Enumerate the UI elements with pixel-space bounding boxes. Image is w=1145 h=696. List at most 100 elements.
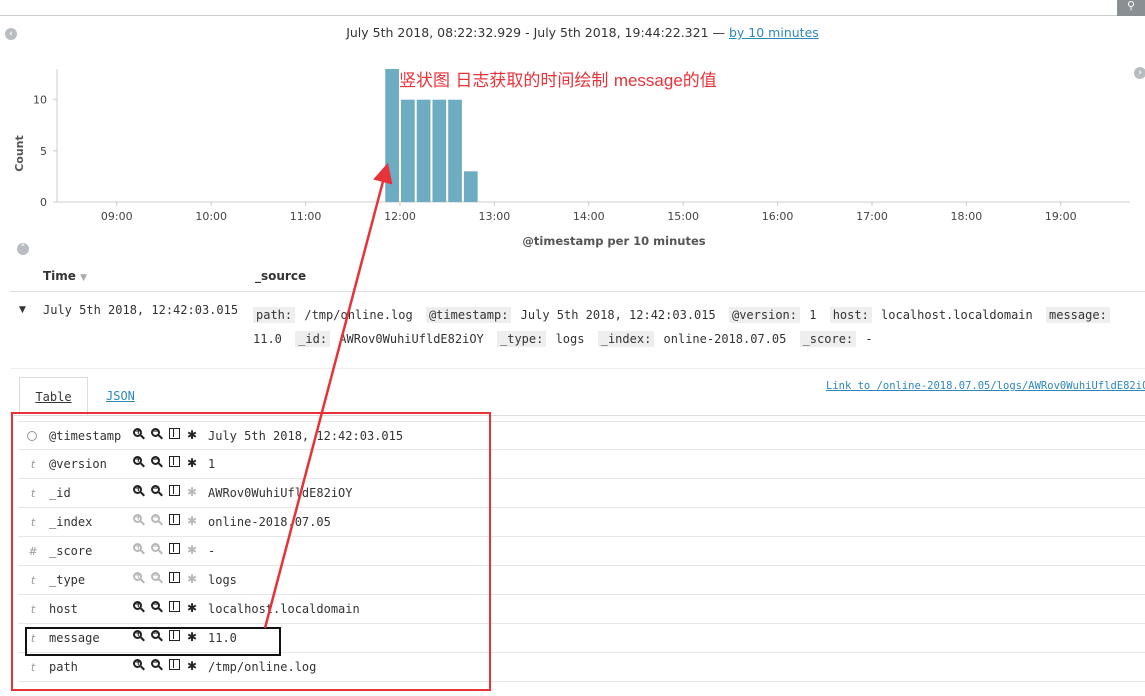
- filter-for-value-button[interactable]: +: [131, 600, 145, 615]
- toggle-column-button[interactable]: [167, 659, 181, 673]
- x-tick-label: 17:00: [856, 210, 888, 223]
- asterisk-icon: ✱: [186, 485, 198, 499]
- toggle-column-button[interactable]: [167, 428, 181, 442]
- zoom-out-icon: −: [150, 542, 163, 555]
- top-search-bar: [0, 0, 1145, 16]
- filter-out-value-button[interactable]: −: [149, 542, 163, 557]
- filter-for-value-button[interactable]: +: [131, 427, 145, 442]
- filter-for-value-button[interactable]: +: [131, 455, 145, 470]
- columns-icon: [168, 572, 180, 583]
- field-row: t path + − ✱ /tmp/online.log: [18, 653, 1145, 682]
- histogram-bar: [463, 171, 478, 202]
- x-tick-label: 19:00: [1045, 210, 1077, 223]
- filter-out-value-button[interactable]: −: [149, 629, 163, 644]
- zoom-in-icon: +: [132, 571, 145, 584]
- filter-out-value-button[interactable]: −: [149, 513, 163, 528]
- filter-for-value-button[interactable]: +: [131, 484, 145, 499]
- filter-for-value-button[interactable]: +: [131, 542, 145, 557]
- filter-exists-button[interactable]: ✱: [185, 456, 199, 470]
- document-link[interactable]: Link to /online-2018.07.05/logs/AWRov0Wu…: [826, 380, 1145, 392]
- field-name: _index: [49, 515, 93, 529]
- row-source: path: /tmp/online.log @timestamp: July 5…: [253, 303, 1145, 351]
- field-row: t _id + − ✱ AWRov0WuhiUfldE82iOY: [18, 479, 1145, 508]
- columns-icon: [168, 514, 180, 525]
- y-axis-label: Count: [13, 135, 26, 172]
- zoom-in-icon: +: [132, 513, 145, 526]
- field-type-icon: t: [30, 661, 36, 674]
- filter-for-value-button[interactable]: +: [131, 571, 145, 586]
- toggle-column-button[interactable]: [167, 456, 181, 470]
- field-name: path: [49, 660, 78, 674]
- source-key: path:: [253, 307, 296, 323]
- filter-exists-button[interactable]: ✱: [185, 485, 199, 499]
- filter-exists-button[interactable]: ✱: [185, 428, 199, 442]
- filter-out-value-button[interactable]: −: [149, 484, 163, 499]
- filter-exists-button[interactable]: ✱: [185, 514, 199, 528]
- toggle-column-button[interactable]: [167, 572, 181, 586]
- source-value: 11.0: [253, 332, 282, 346]
- x-tick-label: 12:00: [384, 210, 416, 223]
- asterisk-icon: ✱: [186, 630, 198, 644]
- time-column-header[interactable]: Time ▼: [43, 269, 87, 283]
- field-row: t host + − ✱ localhost.localdomain: [18, 595, 1145, 624]
- filter-out-value-button[interactable]: −: [149, 427, 163, 442]
- field-value: online-2018.07.05: [208, 515, 331, 529]
- source-key: message:: [1046, 307, 1110, 323]
- filter-for-value-button[interactable]: +: [131, 658, 145, 673]
- sort-caret-icon[interactable]: ▼: [80, 273, 87, 283]
- interval-link[interactable]: by 10 minutes: [729, 25, 819, 40]
- clock-icon: [27, 431, 37, 441]
- toggle-column-button[interactable]: [167, 485, 181, 499]
- field-type-icon: t: [30, 632, 36, 645]
- filter-out-value-button[interactable]: −: [149, 455, 163, 470]
- toggle-column-button[interactable]: [167, 630, 181, 644]
- filter-out-value-button[interactable]: −: [149, 658, 163, 673]
- time-range-header: July 5th 2018, 08:22:32.929 - July 5th 2…: [0, 25, 1145, 40]
- filter-exists-button[interactable]: ✱: [185, 572, 199, 586]
- asterisk-icon: ✱: [186, 428, 198, 442]
- field-name: _score: [49, 544, 93, 558]
- zoom-out-icon: −: [150, 658, 163, 671]
- x-tick-label: 15:00: [667, 210, 699, 223]
- filter-exists-button[interactable]: ✱: [185, 630, 199, 644]
- toggle-column-button[interactable]: [167, 543, 181, 557]
- toggle-column-button[interactable]: [167, 601, 181, 615]
- asterisk-icon: ✱: [186, 543, 198, 557]
- search-button[interactable]: ⚲: [1117, 0, 1145, 16]
- zoom-in-icon: +: [132, 658, 145, 671]
- zoom-out-icon: −: [150, 629, 163, 642]
- toggle-column-button[interactable]: [167, 514, 181, 528]
- field-type-icon: t: [30, 574, 36, 587]
- field-type-icon: t: [30, 516, 36, 529]
- filter-for-value-button[interactable]: +: [131, 629, 145, 644]
- field-value: logs: [208, 573, 237, 587]
- tab-table[interactable]: Table: [19, 377, 88, 416]
- field-value: localhost.localdomain: [208, 602, 360, 616]
- chart-annotation: 竖状图 日志获取的时间绘制 message的值: [399, 71, 717, 91]
- field-value: -: [208, 544, 216, 558]
- x-tick-label: 14:00: [573, 210, 605, 223]
- x-tick-label: 11:00: [290, 210, 322, 223]
- chevron-left-icon[interactable]: ‹: [5, 28, 17, 40]
- asterisk-icon: ✱: [186, 659, 198, 673]
- filter-out-value-button[interactable]: −: [149, 571, 163, 586]
- field-type-icon: t: [30, 487, 36, 500]
- zoom-out-icon: −: [150, 571, 163, 584]
- y-tick-label: 0: [40, 196, 47, 209]
- field-type-icon: t: [30, 603, 36, 616]
- filter-exists-button[interactable]: ✱: [185, 543, 199, 557]
- y-tick-label: 10: [33, 94, 47, 107]
- asterisk-icon: ✱: [186, 456, 198, 470]
- expand-caret-icon[interactable]: ▼: [19, 305, 26, 315]
- source-column-header: _source: [255, 269, 307, 283]
- tab-json[interactable]: JSON: [106, 389, 135, 403]
- filter-exists-button[interactable]: ✱: [185, 659, 199, 673]
- x-tick-label: 13:00: [479, 210, 511, 223]
- filter-out-value-button[interactable]: −: [149, 600, 163, 615]
- columns-icon: [168, 428, 180, 439]
- field-value: 11.0: [208, 631, 237, 645]
- filter-exists-button[interactable]: ✱: [185, 601, 199, 615]
- filter-for-value-button[interactable]: +: [131, 513, 145, 528]
- zoom-in-icon: +: [132, 542, 145, 555]
- field-value: 1: [208, 457, 216, 471]
